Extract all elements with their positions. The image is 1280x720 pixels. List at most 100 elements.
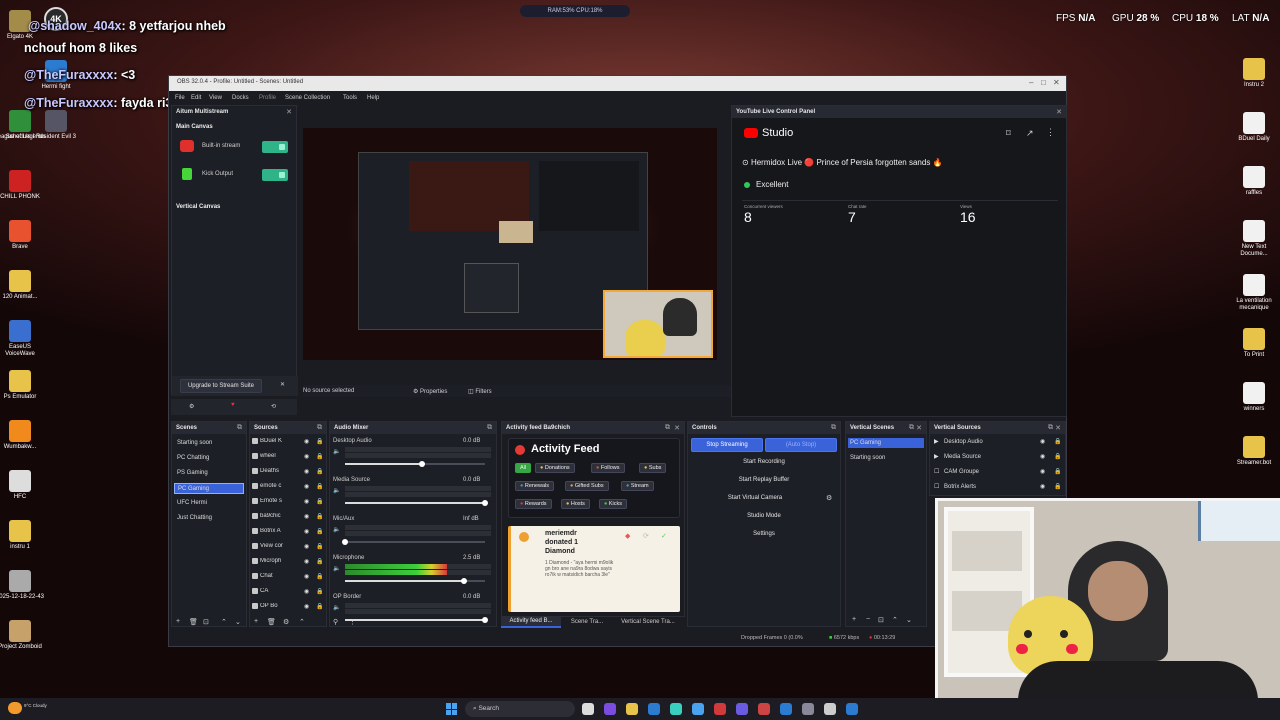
filter-chip[interactable]: ● Hosts (561, 499, 590, 509)
menu-profile[interactable]: Profile (259, 95, 276, 101)
chrome-icon[interactable] (670, 703, 682, 715)
panel-options-icon[interactable]: ⧉ (1048, 424, 1053, 432)
close-icon[interactable]: ✕ (280, 381, 285, 388)
up-icon[interactable]: ⌃ (892, 616, 898, 624)
eye-icon[interactable]: ◉ (304, 558, 309, 565)
desktop-icon[interactable]: To Print (1228, 328, 1280, 359)
volume-knob[interactable] (482, 500, 488, 506)
eye-icon[interactable]: ◉ (304, 483, 309, 490)
desktop-icon[interactable]: HFC (0, 470, 46, 501)
menu-file[interactable]: File (175, 95, 185, 101)
eye-icon[interactable]: ◉ (1040, 483, 1045, 490)
source-item[interactable]: ba9chic ◉ 🔒 (252, 513, 326, 524)
steam-icon[interactable] (780, 703, 792, 715)
eye-icon[interactable]: ◉ (1040, 438, 1045, 445)
trash-icon[interactable]: 🗑 (267, 618, 276, 626)
desktop-icon[interactable]: 2025-12-18-22-43 (0, 570, 46, 601)
check-icon[interactable]: ✓ (661, 532, 667, 540)
eye-icon[interactable]: ◉ (304, 468, 309, 475)
eye-icon[interactable]: ◉ (304, 543, 309, 550)
close-icon[interactable]: ✕ (286, 108, 292, 116)
scene-item[interactable]: Starting soon (174, 438, 244, 449)
windows-start-icon[interactable] (446, 703, 458, 715)
more-icon[interactable]: ⋮ (1046, 127, 1055, 138)
eye-icon[interactable]: ◉ (304, 513, 309, 520)
app-icon[interactable] (692, 703, 704, 715)
bookmark-icon[interactable]: ⌑ (1006, 128, 1011, 139)
lock-icon[interactable]: 🔒 (316, 513, 323, 520)
minimize-icon[interactable]: – (1029, 78, 1033, 87)
menu-view[interactable]: View (209, 95, 222, 101)
lock-icon[interactable]: 🔒 (1054, 483, 1061, 490)
task-view-icon[interactable] (582, 703, 594, 715)
preview-canvas[interactable] (303, 128, 717, 360)
vertical-scene-item[interactable]: Starting soon (848, 453, 887, 463)
app-icon[interactable] (758, 703, 770, 715)
source-item[interactable]: emote c ◉ 🔒 (252, 483, 326, 494)
gear-icon[interactable]: ⚙ (283, 618, 289, 626)
obs-icon[interactable] (824, 703, 836, 715)
eye-icon[interactable]: ◉ (304, 588, 309, 595)
edge-icon[interactable] (648, 703, 660, 715)
panel-options-icon[interactable]: ⧉ (237, 424, 242, 432)
filter-chip[interactable]: ● Gifted Subs (565, 481, 609, 491)
desktop-icon[interactable]: instru 1 (0, 520, 46, 551)
lock-icon[interactable]: 🔒 (1054, 438, 1061, 445)
source-item[interactable]: CA ◉ 🔒 (252, 588, 326, 599)
add-icon[interactable]: + (852, 616, 856, 623)
lock-icon[interactable]: 🔒 (1054, 453, 1061, 460)
vertical-scene-item[interactable]: PC Gaming (848, 438, 924, 448)
down-icon[interactable]: ⌄ (235, 618, 241, 626)
desktop-icon[interactable]: New Text Docume... (1228, 220, 1280, 258)
filter-chip[interactable]: ● Renewals (515, 481, 555, 491)
menu-scene-collection[interactable]: Scene Collection (285, 95, 330, 101)
panel-options-icon[interactable]: ⧉ (317, 424, 322, 432)
speaker-icon[interactable]: 🔈 (333, 565, 340, 572)
output-toggle[interactable] (262, 169, 288, 181)
volume-knob[interactable] (419, 461, 425, 467)
source-item[interactable]: Botrix A ◉ 🔒 (252, 528, 326, 539)
bell-icon[interactable]: ◆ (625, 532, 630, 540)
up-icon[interactable]: ⌃ (299, 618, 305, 626)
start-virtual-camera-button[interactable]: Start Virtual Camera (691, 491, 819, 505)
speaker-icon[interactable]: 🔈 (333, 526, 340, 533)
lock-icon[interactable]: 🔒 (316, 453, 323, 460)
app-icon[interactable] (802, 703, 814, 715)
volume-knob[interactable] (461, 578, 467, 584)
volume-slider[interactable] (345, 578, 485, 584)
volume-slider[interactable] (345, 461, 485, 467)
source-item[interactable]: wheel ◉ 🔒 (252, 453, 326, 464)
eye-icon[interactable]: ◉ (304, 438, 309, 445)
gear-icon[interactable]: ⚙ (826, 494, 832, 502)
studio-mode-button[interactable]: Studio Mode (691, 509, 837, 523)
desktop-icon[interactable]: Brave (0, 220, 46, 251)
lock-icon[interactable]: 🔒 (316, 603, 323, 610)
source-item[interactable]: Microph ◉ 🔒 (252, 558, 326, 569)
source-item[interactable]: Deaths ◉ 🔒 (252, 468, 326, 479)
heart-icon[interactable]: ♥ (231, 402, 235, 408)
desktop-icon[interactable]: Resident Evil 3 (30, 110, 82, 141)
lock-icon[interactable]: 🔒 (1054, 468, 1061, 475)
replay-icon[interactable]: ⟳ (643, 532, 649, 540)
filter-chip[interactable]: All (515, 463, 532, 473)
volume-knob[interactable] (342, 539, 348, 545)
filter-chip[interactable]: ● Stream (621, 481, 654, 491)
eye-icon[interactable]: ◉ (304, 603, 309, 610)
close-icon[interactable]: ✕ (1053, 78, 1060, 87)
filter-chip[interactable]: ● Rewards (515, 499, 552, 509)
lock-icon[interactable]: 🔒 (316, 483, 323, 490)
desktop-icon[interactable]: 120 Animat... (0, 270, 46, 301)
desktop-icon[interactable]: Wumbakw... (0, 420, 46, 451)
lock-icon[interactable]: 🔒 (316, 528, 323, 535)
eye-icon[interactable]: ◉ (304, 528, 309, 535)
menu-help[interactable]: Help (367, 95, 379, 101)
desktop-icon[interactable]: raffles (1228, 166, 1280, 197)
scene-item[interactable]: PC Gaming (174, 483, 244, 494)
desktop-icon[interactable]: EaseUS VoiceWave (0, 320, 46, 358)
desktop-icon[interactable]: Instru 2 (1228, 58, 1280, 89)
properties-button[interactable]: ⚙ Properties (413, 388, 447, 395)
down-icon[interactable]: ⌄ (906, 616, 912, 624)
desktop-icon[interactable]: winners (1228, 382, 1280, 413)
close-icon[interactable]: ✕ (916, 424, 922, 432)
desktop-icon[interactable]: Project Zomboid (0, 620, 46, 651)
